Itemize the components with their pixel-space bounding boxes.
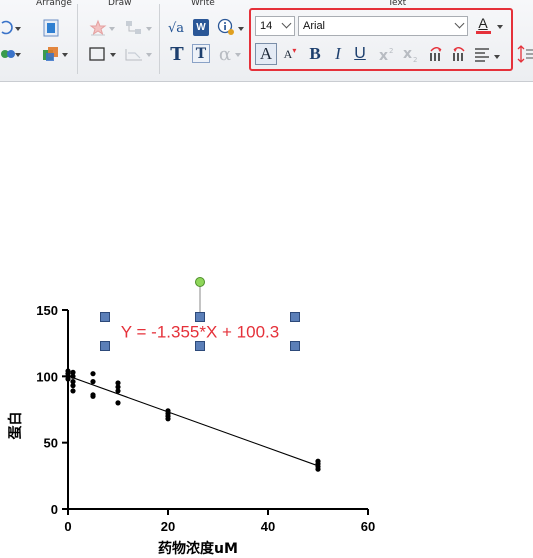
data-point: [70, 373, 76, 379]
line-style-caret[interactable]: [146, 53, 152, 57]
line-spacing-icon[interactable]: [517, 44, 533, 64]
text-align-caret[interactable]: [494, 55, 500, 59]
group-shapes-caret[interactable]: [15, 53, 21, 57]
word-object-icon[interactable]: W: [193, 19, 209, 36]
arrow-down-icon: ▾: [292, 45, 297, 55]
info-insert-icon[interactable]: [217, 18, 235, 36]
text-box-icon[interactable]: T: [192, 44, 210, 63]
x-tick-label: 0: [64, 519, 71, 534]
font-color-button[interactable]: A: [475, 15, 491, 35]
info-insert-caret[interactable]: [238, 27, 244, 31]
data-point: [165, 416, 171, 422]
y-axis-label: 蛋白: [7, 412, 24, 440]
font-color-swatch: [475, 31, 491, 34]
text-tool-icon[interactable]: T: [168, 44, 186, 65]
line-style-icon[interactable]: [124, 45, 144, 63]
subscript-button[interactable]: x2: [402, 43, 420, 65]
resize-handle[interactable]: [100, 341, 110, 351]
data-point: [315, 466, 321, 472]
star-shape-icon[interactable]: [89, 19, 107, 37]
equation-sqrt-icon[interactable]: √a: [166, 19, 186, 37]
toolbar-ribbon: Arrange Draw Write √a W T T α Text 14 Ar…: [0, 0, 533, 82]
chevron-down-icon[interactable]: [454, 18, 465, 29]
greek-symbol-icon[interactable]: α: [217, 44, 233, 65]
chart-labels: 药物浓度uM 蛋白: [7, 412, 238, 558]
rotate-text-left-icon[interactable]: [427, 43, 445, 65]
equation-selection[interactable]: Y = -1.355*X + 100.3: [100, 277, 300, 351]
svg-text:x: x: [403, 46, 412, 62]
svg-text:2: 2: [389, 47, 393, 55]
rectangle-shape-icon[interactable]: [88, 45, 106, 63]
svg-text:2: 2: [413, 56, 417, 63]
decrease-font-button[interactable]: A ▾: [281, 43, 299, 65]
resize-handle[interactable]: [290, 312, 300, 322]
x-tick-label: 60: [361, 519, 375, 534]
font-size-combo[interactable]: 14: [255, 16, 295, 36]
text-group-title: Text: [388, 0, 407, 8]
rotate-handle[interactable]: [195, 277, 205, 287]
data-point: [115, 388, 121, 394]
font-color-icon: A: [478, 15, 488, 31]
y-tick-label: 100: [36, 369, 58, 384]
data-points: [65, 368, 321, 472]
svg-text:x: x: [379, 48, 388, 63]
align-objects-icon[interactable]: [41, 45, 61, 63]
font-color-caret[interactable]: [497, 25, 503, 29]
italic-button[interactable]: I: [331, 43, 345, 65]
rectangle-shape-caret[interactable]: [110, 53, 116, 57]
regression-equation-label[interactable]: Y = -1.355*X + 100.3: [121, 323, 279, 342]
increase-font-button[interactable]: A: [255, 43, 277, 65]
x-axis-label: 药物浓度uM: [158, 540, 238, 557]
y-tick-label: 150: [36, 303, 58, 318]
chevron-down-icon[interactable]: [281, 18, 292, 29]
data-point: [70, 383, 76, 389]
star-shape-caret[interactable]: [109, 27, 115, 31]
arrange-group-title: Arrange: [36, 0, 72, 8]
resize-handle[interactable]: [195, 341, 205, 351]
data-point: [65, 368, 71, 374]
fit-line: [67, 375, 319, 467]
text-format-group: 14 Arial A A A ▾ B I U x2 x2: [249, 8, 513, 71]
rotate-icon[interactable]: [0, 20, 16, 36]
greek-symbol-caret[interactable]: [235, 53, 241, 57]
resize-handle[interactable]: [290, 341, 300, 351]
superscript-button[interactable]: x2: [378, 43, 396, 65]
data-point: [90, 379, 96, 385]
data-point: [115, 400, 121, 406]
rotate-dropdown-caret[interactable]: [15, 27, 21, 31]
y-tick-label: 0: [51, 502, 58, 517]
text-align-icon[interactable]: [473, 43, 491, 65]
group-shapes-icon[interactable]: [0, 46, 16, 62]
data-point: [90, 371, 96, 377]
data-point: [65, 376, 71, 382]
font-family-combo[interactable]: Arial: [298, 16, 468, 36]
font-size-value: 14: [260, 20, 273, 32]
resize-handle[interactable]: [100, 312, 110, 322]
rotate-text-right-icon[interactable]: [450, 43, 468, 65]
fit-line-group: [67, 375, 319, 467]
align-objects-caret[interactable]: [62, 53, 68, 57]
connector-icon[interactable]: [124, 19, 144, 37]
underline-button[interactable]: U: [352, 43, 368, 65]
small-a-icon: A: [283, 46, 293, 61]
data-point: [70, 388, 76, 394]
font-family-value: Arial: [303, 20, 326, 32]
write-group-title: Write: [191, 0, 215, 8]
bring-to-front-icon[interactable]: [43, 19, 59, 37]
y-tick-label: 50: [44, 436, 58, 451]
x-tick-label: 40: [261, 519, 275, 534]
connector-caret[interactable]: [146, 27, 152, 31]
bold-button[interactable]: B: [307, 43, 323, 65]
big-a-icon: A: [259, 44, 273, 63]
data-point: [90, 393, 96, 399]
regression-chart[interactable]: 0 50 100 150 0 20 40 60 药物浓度uM 蛋白 Y = -1.355*X +…: [0, 270, 533, 558]
draw-group-title: Draw: [108, 0, 132, 8]
x-tick-label: 20: [161, 519, 175, 534]
resize-handle[interactable]: [195, 312, 205, 322]
